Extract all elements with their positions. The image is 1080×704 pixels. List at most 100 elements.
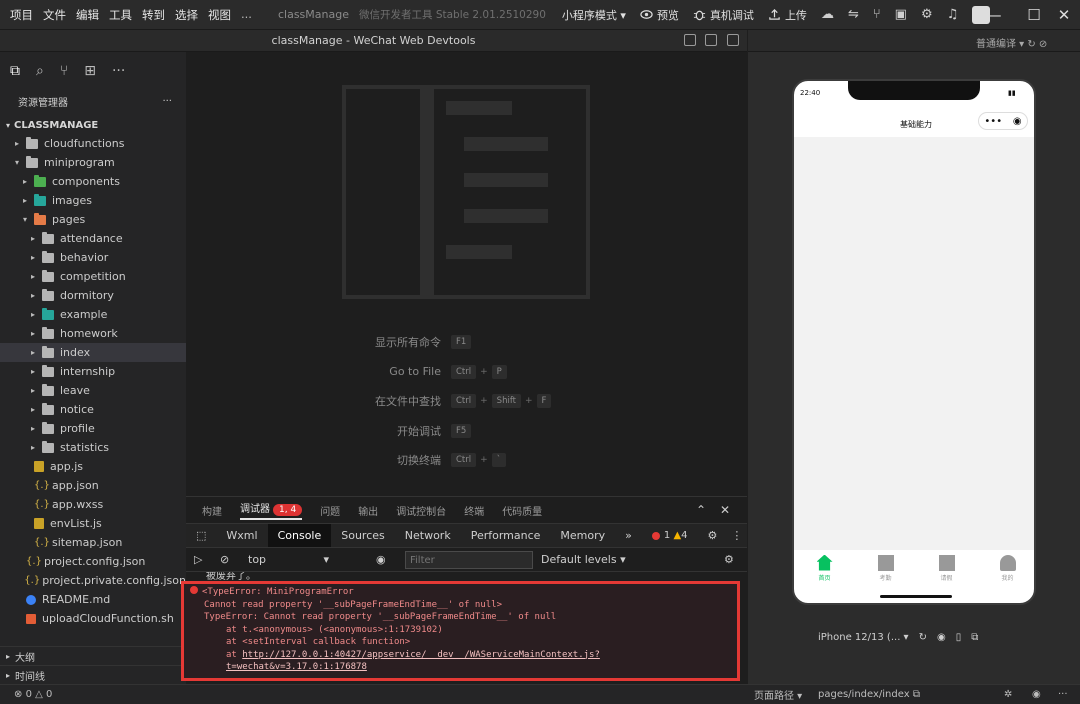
filter-input[interactable] [405, 551, 533, 569]
tab-terminal[interactable]: 终端 [464, 503, 484, 518]
tree-item-project-config-json[interactable]: {.} project.config.json [0, 552, 186, 571]
phone-tab-home[interactable]: 首页 [794, 550, 855, 586]
gear-icon[interactable]: ⚙ [698, 524, 728, 548]
tree-item-envlist-js[interactable]: envList.js [0, 514, 186, 533]
tree-item-profile[interactable]: ▸ profile [0, 419, 186, 438]
phone-tab-leave[interactable]: 请假 [916, 550, 977, 586]
phone-icon[interactable]: ▯ [956, 632, 962, 643]
extensions-icon[interactable]: ⊞ [84, 63, 96, 79]
tree-item-miniprogram[interactable]: ▾ miniprogram [0, 153, 186, 172]
bottom-panel-icon[interactable] [705, 34, 717, 46]
timeline-section[interactable]: ▸ 时间线 [0, 665, 186, 684]
tree-item-dormitory[interactable]: ▸ dormitory [0, 286, 186, 305]
tab-wxml[interactable]: Wxml [216, 524, 267, 548]
panel-toggle-icon[interactable] [684, 34, 696, 46]
tab-debugger[interactable]: 调试器 1, 4 [240, 500, 303, 520]
tab-sources[interactable]: Sources [331, 524, 395, 548]
stop-icon[interactable]: ◉ [937, 632, 946, 643]
tree-item-project-private-config-json[interactable]: {.} project.private.config.json [0, 571, 186, 590]
rotate-icon[interactable]: ↻ [919, 632, 927, 643]
menu-more[interactable]: ... [241, 7, 252, 23]
record-icon[interactable]: ◉ [1013, 116, 1022, 127]
more-icon[interactable]: ··· [1058, 689, 1068, 700]
settings-icon[interactable]: ⚙ [921, 7, 933, 22]
tab-memory[interactable]: Memory [550, 524, 615, 548]
live-expression-icon[interactable]: ◉ [376, 553, 386, 566]
source-link[interactable]: http://127.0.0.1:40427/appservice/__dev_… [226, 650, 600, 673]
device-select[interactable]: iPhone 12/13 (... ▾ [818, 632, 909, 643]
dots-icon[interactable]: ••• [984, 116, 1002, 127]
menu-tools[interactable]: 工具 [109, 7, 132, 23]
eye-icon[interactable]: ◉ [1032, 689, 1041, 700]
minimize-icon[interactable]: — [976, 0, 1012, 30]
tree-item-homework[interactable]: ▸ homework [0, 324, 186, 343]
mode-dropdown[interactable]: 小程序模式 ▾ [562, 7, 626, 23]
tree-item-images[interactable]: ▸ images [0, 191, 186, 210]
cloud-icon[interactable]: ☁ [821, 7, 834, 22]
tree-item-internship[interactable]: ▸ internship [0, 362, 186, 381]
tree-item-pages[interactable]: ▾ pages [0, 210, 186, 229]
issue-counter[interactable]: 1 ▲ 4 [642, 524, 698, 548]
more-icon[interactable]: ··· [112, 63, 125, 79]
branch-icon[interactable]: ⑂ [873, 7, 881, 22]
tree-item-app-wxss[interactable]: {.} app.wxss [0, 495, 186, 514]
tree-item-index[interactable]: ▸ index [0, 343, 186, 362]
tree-item-example[interactable]: ▸ example [0, 305, 186, 324]
tree-item-cloudfunctions[interactable]: ▸ cloudfunctions [0, 134, 186, 153]
menu-view[interactable]: 视图 [208, 7, 231, 23]
search-icon[interactable]: ⌕ [36, 63, 44, 79]
outline-section[interactable]: ▸ 大纲 [0, 646, 186, 665]
context-select[interactable]: top ▾ [248, 553, 329, 566]
tree-item-readme-md[interactable]: README.md [0, 590, 186, 609]
tree-item-app-json[interactable]: {.} app.json [0, 476, 186, 495]
more-tabs-icon[interactable]: » [615, 524, 642, 548]
window-icon[interactable]: ⧉ [971, 632, 978, 643]
console-settings-icon[interactable]: ⚙ [724, 553, 734, 566]
project-root[interactable]: ▾ CLASSMANAGE [0, 116, 186, 134]
tab-output[interactable]: 输出 [358, 503, 378, 518]
menu-goto[interactable]: 转到 [142, 7, 165, 23]
tab-console[interactable]: Console [267, 523, 332, 548]
tree-item-sitemap-json[interactable]: {.} sitemap.json [0, 533, 186, 552]
tab-performance[interactable]: Performance [461, 524, 551, 548]
tree-item-leave[interactable]: ▸ leave [0, 381, 186, 400]
close-panel-icon[interactable]: ✕ [720, 503, 730, 517]
phone-tab-profile[interactable]: 我的 [977, 550, 1034, 586]
phone-tab-attendance[interactable]: 考勤 [855, 550, 916, 586]
menu-project[interactable]: 项目 [10, 7, 33, 23]
source-control-icon[interactable]: ⑂ [60, 63, 68, 79]
explorer-more-icon[interactable]: ··· [162, 96, 172, 107]
menu-file[interactable]: 文件 [43, 7, 66, 23]
sidebar-toggle-icon[interactable]: ▷ [194, 553, 202, 566]
tab-problems[interactable]: 问题 [320, 503, 340, 518]
kebab-icon[interactable]: ⋮ [727, 524, 746, 548]
remote-debug-button[interactable]: 真机调试 [693, 7, 754, 23]
capsule-menu[interactable]: ••• ◉ [978, 112, 1028, 130]
tree-item-competition[interactable]: ▸ competition [0, 267, 186, 286]
tree-item-statistics[interactable]: ▸ statistics [0, 438, 186, 457]
tree-item-notice[interactable]: ▸ notice [0, 400, 186, 419]
page-path-dropdown[interactable]: 页面路径 ▾ [754, 687, 802, 702]
swap-icon[interactable]: ⇋ [848, 7, 859, 22]
tab-code-quality[interactable]: 代码质量 [502, 503, 542, 518]
close-icon[interactable]: ✕ [1046, 0, 1080, 30]
tree-item-components[interactable]: ▸ components [0, 172, 186, 191]
levels-dropdown[interactable]: Default levels ▾ [541, 553, 626, 566]
layout-icon[interactable]: ▣ [895, 7, 907, 22]
upload-button[interactable]: 上传 [768, 7, 807, 23]
menu-select[interactable]: 选择 [175, 7, 198, 23]
tree-item-app-js[interactable]: app.js [0, 457, 186, 476]
tree-item-behavior[interactable]: ▸ behavior [0, 248, 186, 267]
split-icon[interactable] [727, 34, 739, 46]
compile-mode[interactable]: 普通编译 ▾ ↻ ⊘ [976, 35, 1047, 50]
tab-debug-console[interactable]: 调试控制台 [396, 503, 446, 518]
chevron-up-icon[interactable]: ⌃ [696, 503, 706, 517]
tree-item-attendance[interactable]: ▸ attendance [0, 229, 186, 248]
menu-edit[interactable]: 编辑 [76, 7, 99, 23]
debug-icon[interactable]: ✲ [1004, 689, 1012, 700]
inspect-icon[interactable]: ⬚ [186, 524, 216, 548]
tab-network[interactable]: Network [395, 524, 461, 548]
tab-build[interactable]: 构建 [202, 503, 222, 518]
preview-button[interactable]: 预览 [640, 7, 679, 23]
clear-console-icon[interactable]: ⊘ [220, 553, 229, 566]
